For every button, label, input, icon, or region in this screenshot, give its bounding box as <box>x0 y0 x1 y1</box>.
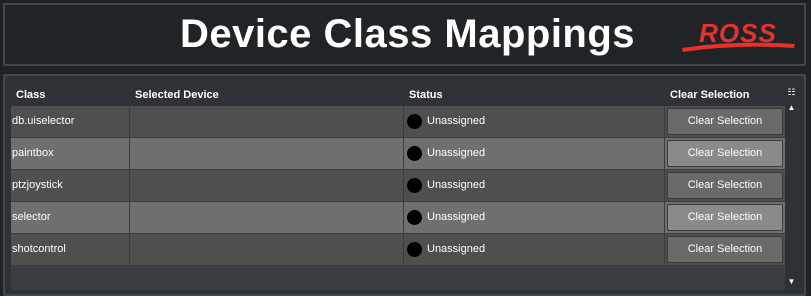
header-bar: Device Class Mappings ROSS <box>3 3 806 66</box>
mappings-panel: Class Selected Device Status Clear Selec… <box>3 74 806 296</box>
status-indicator-icon <box>407 114 422 129</box>
scroll-up-icon[interactable]: ▲ <box>785 102 798 114</box>
status-indicator-icon <box>407 146 422 161</box>
table-row[interactable]: ptzjoystick Unassigned Clear Selection <box>11 170 785 202</box>
clear-selection-cell: Clear Selection <box>665 106 785 138</box>
clear-selection-cell: Clear Selection <box>665 170 785 202</box>
table-row[interactable]: selector Unassigned Clear Selection <box>11 202 785 234</box>
class-cell: selector <box>11 202 130 234</box>
status-text: Unassigned <box>427 211 486 223</box>
clear-selection-button[interactable]: Clear Selection <box>667 108 783 135</box>
clear-selection-cell: Clear Selection <box>665 234 785 266</box>
clear-selection-button[interactable]: Clear Selection <box>667 172 783 199</box>
ross-logo: ROSS <box>682 18 795 52</box>
selected-device-cell[interactable] <box>130 170 404 202</box>
status-text: Unassigned <box>427 179 486 191</box>
scroll-down-icon[interactable]: ▼ <box>785 276 798 288</box>
clear-selection-cell: Clear Selection <box>665 202 785 234</box>
clear-selection-button[interactable]: Clear Selection <box>667 204 783 231</box>
status-cell: Unassigned <box>404 202 665 234</box>
status-cell: Unassigned <box>404 138 665 170</box>
class-cell: ptzjoystick <box>11 170 130 202</box>
selected-device-cell[interactable] <box>130 138 404 170</box>
table-row[interactable]: paintbox Unassigned Clear Selection <box>11 138 785 170</box>
ross-logo-text: ROSS <box>699 18 777 48</box>
selected-device-cell[interactable] <box>130 234 404 266</box>
class-cell: paintbox <box>11 138 130 170</box>
status-indicator-icon <box>407 210 422 225</box>
status-text: Unassigned <box>427 115 486 127</box>
column-header-status[interactable]: Status <box>404 84 665 106</box>
status-text: Unassigned <box>427 147 486 159</box>
class-cell: shotcontrol <box>11 234 130 266</box>
column-header-selected-device[interactable]: Selected Device <box>130 84 404 106</box>
table-row[interactable]: shotcontrol Unassigned Clear Selection <box>11 234 785 266</box>
status-cell: Unassigned <box>404 106 665 138</box>
column-header-clear-selection[interactable]: Clear Selection <box>665 84 785 106</box>
clear-selection-button[interactable]: Clear Selection <box>667 140 783 167</box>
status-indicator-icon <box>407 178 422 193</box>
selected-device-cell[interactable] <box>130 106 404 138</box>
column-header-class[interactable]: Class <box>11 84 130 106</box>
vertical-scrollbar[interactable]: ☷ ▲ ▼ <box>785 84 798 290</box>
status-text: Unassigned <box>427 243 486 255</box>
table-empty-area <box>11 266 785 290</box>
mappings-table: Class Selected Device Status Clear Selec… <box>11 84 785 266</box>
clear-selection-button[interactable]: Clear Selection <box>667 236 783 263</box>
clear-selection-cell: Clear Selection <box>665 138 785 170</box>
table-row[interactable]: db.uiselector Unassigned Clear Selection <box>11 106 785 138</box>
column-menu-icon[interactable]: ☷ <box>785 86 798 98</box>
status-indicator-icon <box>407 242 422 257</box>
selected-device-cell[interactable] <box>130 202 404 234</box>
status-cell: Unassigned <box>404 170 665 202</box>
status-cell: Unassigned <box>404 234 665 266</box>
table-header: Class Selected Device Status Clear Selec… <box>11 84 785 106</box>
class-cell: db.uiselector <box>11 106 130 138</box>
